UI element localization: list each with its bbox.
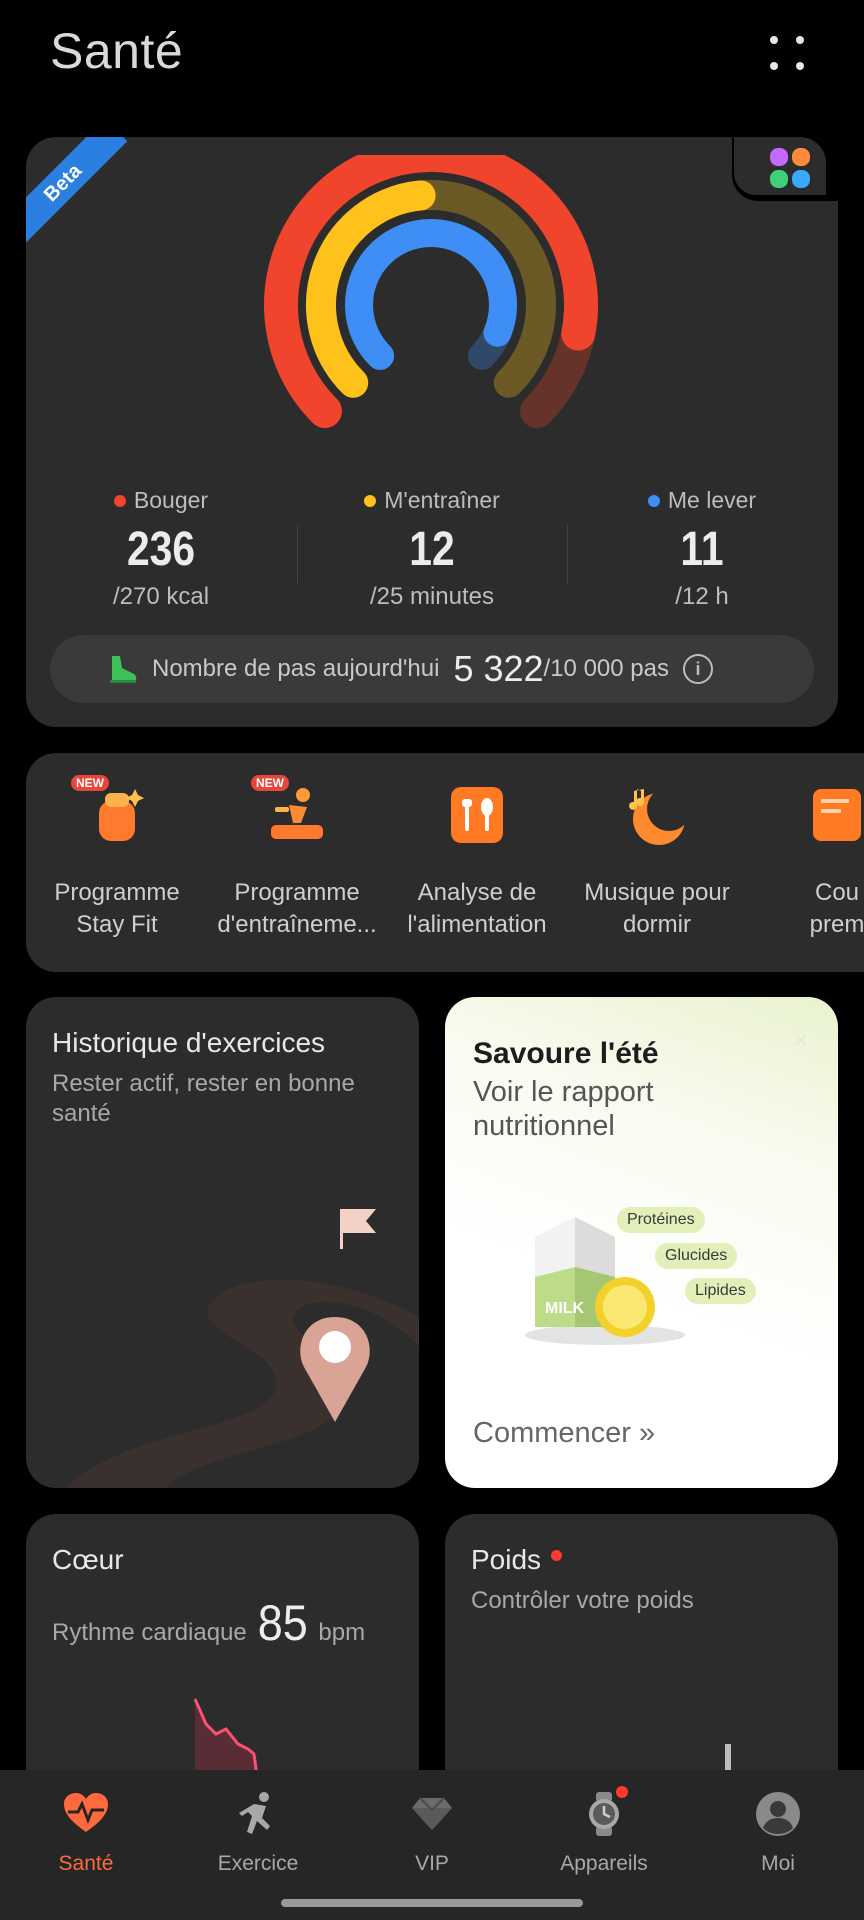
milk-label: MILK [545,1300,585,1317]
card-title: Poids [471,1544,563,1576]
shortcut-stay-fit[interactable]: NEW Programme Stay Fit [32,775,202,941]
start-label: Commencer [473,1417,631,1449]
heart-rate-unit: bpm [318,1619,366,1646]
nav-vip[interactable]: VIP [346,1790,518,1876]
stay-fit-icon: NEW [71,775,149,847]
nav-label: Exercice [217,1852,299,1875]
start-button[interactable]: Commencer » [473,1417,655,1450]
running-icon [339,368,368,397]
course-icon [805,783,864,847]
page-title: Santé [50,23,184,79]
info-icon[interactable]: i [682,654,713,684]
nav-label: Appareils [560,1852,648,1875]
nav-appareils[interactable]: Appareils [518,1786,690,1876]
nav-exercice[interactable]: Exercice [172,1790,344,1876]
shortcut-diet-analysis[interactable]: Analyse de l'alimentation [392,783,562,941]
profile-icon [754,1790,802,1838]
card-subtitle: Rester actif, rester en bonne santé [52,1070,355,1127]
stat-goal: /270 kcal [112,583,210,610]
stat-label: M'entraîner [384,487,500,513]
stat-label: Me lever [667,487,757,513]
bottom-navigation: Santé Exercice VIP Appareils Moi [0,1770,864,1920]
steps-summary[interactable]: Nombre de pas aujourd'hui 5 322 /10 000 … [50,635,814,703]
steps-goal: /10 000 pas [543,655,669,682]
activity-card[interactable]: Beta Bouger 236 /270 kcal M'entraîner 12… [26,137,838,727]
shortcut-label: Cou prem [809,879,864,938]
heart-rate-value: 85 [257,1595,308,1651]
stat-exercise: M'entraîner 12 /25 minutes [297,487,567,611]
sleep-music-icon [625,783,691,847]
heart-rate-line: Rythme cardiaque 85 bpm [52,1594,365,1652]
stat-move: Bouger 236 /270 kcal [26,487,296,611]
double-chevron-icon: » [639,1417,656,1449]
home-indicator [281,1899,583,1907]
card-title: Historique d'exercices [52,1027,326,1058]
stand-dot [647,494,660,507]
shortcut-label: Musique pour dormir [584,879,730,938]
shortcuts-carousel[interactable]: NEW Programme Stay Fit NEW Programme d'e… [26,753,864,972]
apps-tab [732,137,838,201]
new-badge: NEW [251,775,289,791]
watch-icon [580,1786,628,1838]
standing-icon [367,342,394,369]
nutrition-promo-card[interactable]: × Savoure l'été Voir le rapport nutritio… [445,997,838,1488]
shortcut-label: Programme d'entraîneme... [217,879,377,938]
heart-card[interactable]: Cœur Rythme cardiaque 85 bpm [26,1514,419,1814]
app-header: Santé [0,0,864,110]
shortcut-label: Analyse de l'alimentation [407,879,547,938]
route-illustration [66,1209,419,1488]
card-subtitle: Contrôler votre poids [471,1587,694,1614]
stat-value: 12 [409,523,455,576]
heart-rate-label: Rythme cardiaque [52,1619,247,1646]
move-dot [113,494,126,507]
shoe-icon [110,656,137,683]
shortcut-sleep-music[interactable]: Musique pour dormir [572,783,742,941]
diet-analysis-icon [445,783,509,847]
stat-goal: /25 minutes [369,583,495,610]
steps-label: Nombre de pas aujourd'hui [152,655,440,682]
training-program-icon: NEW [251,775,329,847]
stat-stand: Me lever 11 /12 h [567,487,837,611]
nutrient-tag: Glucides [655,1243,738,1269]
nav-label: Santé [58,1852,114,1875]
close-icon[interactable]: × [794,1027,808,1055]
nav-label: VIP [415,1852,449,1875]
stat-goal: /12 h [675,583,729,610]
notification-dot [551,1550,563,1562]
activity-rings [264,155,598,429]
nav-sante[interactable]: Santé [0,1790,172,1876]
notification-dot [616,1786,628,1798]
runner-icon [234,1790,282,1838]
nutrient-tag: Protéines [617,1207,705,1233]
more-grid-icon[interactable] [762,28,812,78]
shortcut-course[interactable]: Cou prem [752,783,864,941]
nav-label: Moi [761,1852,795,1875]
weight-card[interactable]: Poids Contrôler votre poids [445,1514,838,1814]
beta-badge: Beta [26,137,128,248]
stat-value: 11 [680,523,724,576]
heart-pulse-icon [62,1790,110,1838]
diamond-icon [408,1790,456,1838]
card-subtitle: Voir le rapport nutritionnel [473,1076,654,1142]
nutrient-tag: Lipides [685,1278,756,1304]
activity-stats: Bouger 236 /270 kcal M'entraîner 12 /25 … [26,487,838,617]
stat-value: 236 [126,523,196,576]
weight-title: Poids [471,1544,542,1575]
flame-icon [308,395,341,428]
shortcut-training-program[interactable]: NEW Programme d'entraîneme... [212,775,382,941]
exercise-history-card[interactable]: Historique d'exercices Rester actif, res… [26,997,419,1488]
card-title: Cœur [52,1544,124,1575]
nav-moi[interactable]: Moi [692,1790,864,1876]
stat-label: Bouger [133,487,209,513]
steps-value: 5 322 [453,648,544,689]
card-title: Savoure l'été [473,1037,659,1070]
new-badge: NEW [71,775,109,791]
apps-grid-icon[interactable] [768,146,812,190]
shortcut-label: Programme Stay Fit [54,879,180,938]
exercise-dot [364,494,377,507]
